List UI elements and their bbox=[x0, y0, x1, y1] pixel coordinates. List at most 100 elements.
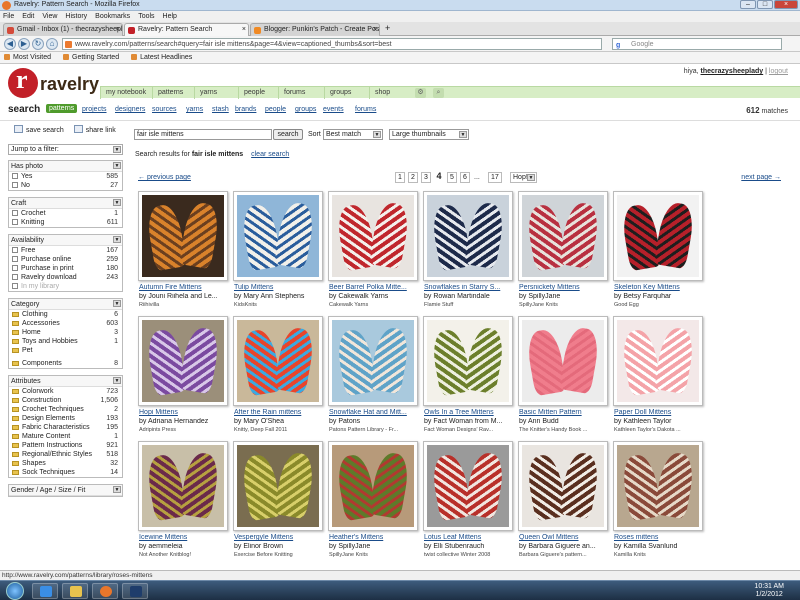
pattern-source[interactable]: Exercise Before Knitting bbox=[234, 552, 324, 558]
filter-option[interactable]: Home 3 bbox=[9, 328, 122, 337]
pattern-source[interactable]: The Knitter's Handy Book ... bbox=[519, 427, 609, 433]
forward-button[interactable]: ▶ bbox=[18, 38, 30, 50]
pattern-designer[interactable]: by SpillyJane bbox=[519, 293, 609, 300]
pattern-card[interactable]: Persnickety Mittens by SpillyJane SpillyJa… bbox=[518, 191, 608, 315]
page-last[interactable]: 17 bbox=[488, 172, 502, 183]
previous-page-link[interactable]: ← previous page bbox=[138, 174, 191, 181]
pattern-title[interactable]: Owls In a Tree Mittens bbox=[424, 409, 514, 416]
url-bar[interactable]: www.ravelry.com/patterns/search#query=fa… bbox=[62, 38, 602, 50]
pattern-designer[interactable]: by Elinor Brown bbox=[234, 543, 324, 550]
checkbox[interactable] bbox=[12, 274, 18, 280]
checkbox[interactable] bbox=[12, 182, 18, 188]
pattern-thumbnail[interactable] bbox=[328, 191, 418, 281]
search-input[interactable]: fair isle mittens bbox=[134, 129, 272, 140]
view-select[interactable]: Large thumbnails ▼ bbox=[389, 129, 469, 140]
pattern-title[interactable]: Icewine Mittens bbox=[139, 534, 229, 541]
pattern-title[interactable]: Snowflake Hat and Mitt... bbox=[329, 409, 419, 416]
pattern-source[interactable]: Not Another Knitblog! bbox=[139, 552, 229, 558]
pattern-source[interactable]: Flamie Stuff bbox=[424, 302, 514, 308]
pattern-thumbnail[interactable] bbox=[518, 316, 608, 406]
pattern-title[interactable]: Skeleton Key Mittens bbox=[614, 284, 704, 291]
pattern-thumbnail[interactable] bbox=[518, 441, 608, 531]
pattern-card[interactable]: Roses mittens by Kamilla Svanlund Kamilla … bbox=[613, 441, 703, 565]
pattern-card[interactable]: Icewine Mittens by aemmeleia Not Another K… bbox=[138, 441, 228, 565]
filter-option[interactable]: Free 167 bbox=[9, 246, 122, 255]
share-link[interactable]: share link bbox=[74, 125, 116, 134]
filter-option[interactable]: Crochet 1 bbox=[9, 209, 122, 218]
chevron-down-icon[interactable]: ▼ bbox=[113, 236, 121, 243]
filter-heading[interactable]: Availability ▼ bbox=[9, 235, 122, 246]
pattern-title[interactable]: Heather's Mittens bbox=[329, 534, 419, 541]
browser-tab[interactable]: Blogger: Punkin's Patch - Create Post × bbox=[250, 23, 380, 36]
pattern-designer[interactable]: by Mary O'Shea bbox=[234, 418, 324, 425]
pattern-thumbnail[interactable] bbox=[138, 441, 228, 531]
pattern-designer[interactable]: by Ann Budd bbox=[519, 418, 609, 425]
pattern-title[interactable]: Snowflakes in Starry S... bbox=[424, 284, 514, 291]
pattern-card[interactable]: Paper Doll Mittens by Kathleen Taylor Kath… bbox=[613, 316, 703, 440]
filter-option[interactable]: Knitting 611 bbox=[9, 218, 122, 227]
reload-button[interactable]: ↻ bbox=[32, 38, 44, 50]
pattern-card[interactable]: Owls In a Tree Mittens by Fact Woman from… bbox=[423, 316, 513, 440]
page-6[interactable]: 6 bbox=[460, 172, 470, 183]
checkbox[interactable] bbox=[12, 265, 18, 271]
pattern-card[interactable]: Basic Mitten Pattern by Ann Budd The Knitt… bbox=[518, 316, 608, 440]
menu-item-tools[interactable]: Tools bbox=[138, 11, 154, 22]
checkbox[interactable] bbox=[12, 283, 18, 289]
settings-icon[interactable]: ⚙ bbox=[415, 88, 426, 98]
taskbar-firefox[interactable] bbox=[92, 583, 118, 599]
pattern-title[interactable]: Roses mittens bbox=[614, 534, 704, 541]
pattern-title[interactable]: Autumn Fire Mittens bbox=[139, 284, 229, 291]
browser-search-box[interactable]: g Google bbox=[612, 38, 782, 50]
filter-option[interactable]: Pet bbox=[9, 346, 122, 355]
bookmark-item[interactable]: Latest Headlines bbox=[131, 52, 192, 63]
maximize-button[interactable]: □ bbox=[757, 0, 773, 9]
pattern-title[interactable]: Paper Doll Mittens bbox=[614, 409, 704, 416]
pattern-designer[interactable]: by Elli Stubenrauch bbox=[424, 543, 514, 550]
pattern-thumbnail[interactable] bbox=[518, 191, 608, 281]
subnav-sources[interactable]: sources bbox=[152, 106, 177, 113]
back-button[interactable]: ◀ bbox=[4, 38, 16, 50]
filter-option[interactable]: Components 8 bbox=[9, 359, 122, 368]
pattern-source[interactable]: Barbara Giguere's pattern... bbox=[519, 552, 609, 558]
taskbar-ie[interactable] bbox=[32, 583, 58, 599]
page-1[interactable]: 1 bbox=[395, 172, 405, 183]
next-page-link[interactable]: next page → bbox=[741, 174, 781, 181]
pattern-card[interactable]: Hopi Mittens by Adriana Hernandez Adripint… bbox=[138, 316, 228, 440]
filter-heading[interactable]: Attributes ▼ bbox=[9, 376, 122, 387]
bookmark-item[interactable]: Most Visited bbox=[4, 52, 51, 63]
close-icon[interactable]: × bbox=[242, 24, 246, 36]
pattern-title[interactable]: Tulip Mittens bbox=[234, 284, 324, 291]
pattern-card[interactable]: Lotus Leaf Mittens by Elli Stubenrauch twi… bbox=[423, 441, 513, 565]
pattern-designer[interactable]: by Mary Ann Stephens bbox=[234, 293, 324, 300]
pattern-source[interactable]: SpillyJane Knits bbox=[519, 302, 609, 308]
bookmark-item[interactable]: Getting Started bbox=[63, 52, 119, 63]
jump-to-filter-select[interactable]: Jump to a filter: ▼ bbox=[8, 144, 123, 155]
subnav-patterns[interactable]: patterns bbox=[46, 104, 78, 113]
close-icon[interactable]: × bbox=[116, 24, 120, 36]
ravelry-logo[interactable]: ravelry bbox=[8, 65, 99, 98]
pattern-title[interactable]: After the Rain mittens bbox=[234, 409, 324, 416]
pattern-source[interactable]: KidsKnits bbox=[234, 302, 324, 308]
sort-select[interactable]: Best match ▼ bbox=[323, 129, 383, 140]
start-button[interactable] bbox=[6, 582, 24, 600]
pattern-thumbnail[interactable] bbox=[423, 191, 513, 281]
pattern-designer[interactable]: by Cakewalk Yarns bbox=[329, 293, 419, 300]
checkbox[interactable] bbox=[12, 210, 18, 216]
pattern-source[interactable]: twist collective Winter 2008 bbox=[424, 552, 514, 558]
taskbar-explorer[interactable] bbox=[62, 583, 88, 599]
page-2[interactable]: 2 bbox=[408, 172, 418, 183]
pattern-thumbnail[interactable] bbox=[138, 316, 228, 406]
filter-option[interactable]: Fabric Characteristics 195 bbox=[9, 423, 122, 432]
filter-option[interactable]: No 27 bbox=[9, 181, 122, 190]
search-icon[interactable]: ⌕ bbox=[433, 88, 444, 98]
subnav-designers[interactable]: designers bbox=[115, 106, 145, 113]
pattern-designer[interactable]: by Patons bbox=[329, 418, 419, 425]
pattern-title[interactable]: Beer Barrel Polka Mitte... bbox=[329, 284, 419, 291]
pattern-title[interactable]: Basic Mitten Pattern bbox=[519, 409, 609, 416]
filter-heading[interactable]: Craft ▼ bbox=[9, 198, 122, 209]
pattern-source[interactable]: SpillyJane Knits bbox=[329, 552, 419, 558]
filter-option[interactable]: In my library bbox=[9, 282, 122, 291]
pattern-card[interactable]: Snowflakes in Starry S... by Rowan Martin… bbox=[423, 191, 513, 315]
menu-item-view[interactable]: View bbox=[42, 11, 57, 22]
pattern-card[interactable]: After the Rain mittens by Mary O'Shea Knit… bbox=[233, 316, 323, 440]
